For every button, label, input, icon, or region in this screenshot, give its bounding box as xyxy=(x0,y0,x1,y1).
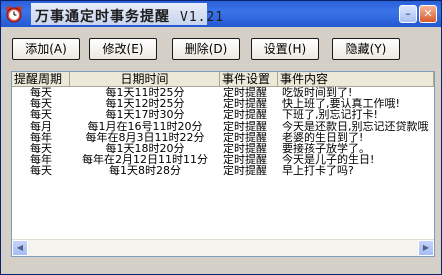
cell-datetime: 每1天17时30分 xyxy=(105,109,185,121)
list-row[interactable]: 每天 每1天12时25分 定时提醒 快上班了,要认真工作哦! xyxy=(12,98,434,109)
list-header: 提醒周期 日期时间 事件设置 事件内容 xyxy=(12,72,434,87)
cell-event-type: 定时提醒 xyxy=(223,109,267,121)
cell-cycle: 每年 xyxy=(30,154,52,166)
hide-button[interactable]: 隐藏(Y) xyxy=(332,38,400,60)
list-row[interactable]: 每天 每1天8时28分 定时提醒 早上打卡了吗? xyxy=(12,165,434,176)
edit-button[interactable]: 修改(E) xyxy=(89,38,157,60)
cell-event-type: 定时提醒 xyxy=(223,120,267,132)
cell-datetime: 每年在2月12日11时11分 xyxy=(82,154,208,166)
cell-content: 吃饭时间到了! xyxy=(282,87,353,98)
cell-datetime: 每1天12时25分 xyxy=(105,98,185,110)
app-window: 万事通定时事务提醒 V1.21 – ✕ 添加(A) 修改(E) 删除(D) 设置(… xyxy=(0,0,442,275)
cell-content: 今天是儿子的生日! xyxy=(282,154,375,166)
add-button[interactable]: 添加(A) xyxy=(12,38,80,60)
list-row[interactable]: 每月 每1月在16号11时20分 定时提醒 今天是还款日,别忘记还贷款哦 xyxy=(12,121,434,132)
list-row[interactable]: 每年 每年在8月3日11时22分 定时提醒 老婆的生日到了! xyxy=(12,132,434,143)
cell-cycle: 每天 xyxy=(30,98,52,110)
cell-content: 下班了,别忘记打卡! xyxy=(282,109,378,121)
cell-event-type: 定时提醒 xyxy=(223,131,267,143)
cell-content: 早上打卡了吗? xyxy=(282,165,354,177)
cell-cycle: 每年 xyxy=(30,131,52,143)
list-row[interactable]: 每年 每年在2月12日11时11分 定时提醒 今天是儿子的生日! xyxy=(12,154,434,165)
cell-datetime: 每1天11时25分 xyxy=(105,87,185,98)
version-label: V1.21 xyxy=(180,10,225,25)
alarm-clock-icon xyxy=(5,5,23,23)
cell-content: 老婆的生日到了! xyxy=(282,131,364,143)
settings-button[interactable]: 设置(H) xyxy=(251,38,319,60)
cell-cycle: 每天 xyxy=(30,109,52,121)
cell-event-type: 定时提醒 xyxy=(223,154,267,166)
column-header-datetime[interactable]: 日期时间 xyxy=(70,72,220,87)
delete-button[interactable]: 删除(D) xyxy=(172,38,240,60)
list-rows: 每天 每1天11时25分 定时提醒 吃饭时间到了! 每天 每1天12时25分 定时提醒 快上班… xyxy=(12,87,434,177)
cell-cycle: 每天 xyxy=(30,165,52,177)
list-row[interactable]: 每天 每1天11时25分 定时提醒 吃饭时间到了! xyxy=(12,87,434,98)
window-title-text: 万事通定时事务提醒 xyxy=(35,9,170,25)
reminder-list[interactable]: 提醒周期 日期时间 事件设置 事件内容 每天 每1天11时25分 定时提醒 吃饭时间到… xyxy=(11,71,435,257)
column-header-cycle[interactable]: 提醒周期 xyxy=(12,72,70,87)
close-button[interactable]: ✕ xyxy=(419,5,437,23)
cell-event-type: 定时提醒 xyxy=(223,142,267,154)
cell-cycle: 每月 xyxy=(30,120,52,132)
toolbar: 添加(A) 修改(E) 删除(D) 设置(H) 隐藏(Y) xyxy=(1,27,441,67)
cell-datetime: 每1天8时28分 xyxy=(109,165,181,177)
cell-event-type: 定时提醒 xyxy=(223,87,267,98)
cell-content: 快上班了,要认真工作哦! xyxy=(282,98,400,110)
cell-content: 今天是还款日,别忘记还贷款哦 xyxy=(282,120,429,132)
scroll-right-icon[interactable]: ▶ xyxy=(418,240,434,256)
status-bar xyxy=(1,259,441,274)
horizontal-scrollbar[interactable]: ◀ ▶ xyxy=(12,239,434,256)
cell-cycle: 每天 xyxy=(30,87,52,98)
column-header-content[interactable]: 事件内容 xyxy=(278,72,434,87)
cell-event-type: 定时提醒 xyxy=(223,165,267,177)
window-title: 万事通定时事务提醒 V1.21 xyxy=(35,6,224,26)
cell-datetime: 每1月在16号11时20分 xyxy=(87,120,203,132)
cell-content: 要接孩子放学了。 xyxy=(282,142,370,154)
cell-event-type: 定时提醒 xyxy=(223,98,267,110)
cell-datetime: 每1天18时20分 xyxy=(105,142,185,154)
cell-datetime: 每年在8月3日11时22分 xyxy=(85,131,205,143)
minimize-button[interactable]: – xyxy=(399,5,417,23)
list-row[interactable]: 每天 每1天17时30分 定时提醒 下班了,别忘记打卡! xyxy=(12,109,434,120)
list-row[interactable]: 每天 每1天18时20分 定时提醒 要接孩子放学了。 xyxy=(12,143,434,154)
title-bar[interactable]: 万事通定时事务提醒 V1.21 – ✕ xyxy=(1,1,441,27)
cell-cycle: 每天 xyxy=(30,142,52,154)
scroll-left-icon[interactable]: ◀ xyxy=(12,240,28,256)
column-header-event-type[interactable]: 事件设置 xyxy=(220,72,278,87)
